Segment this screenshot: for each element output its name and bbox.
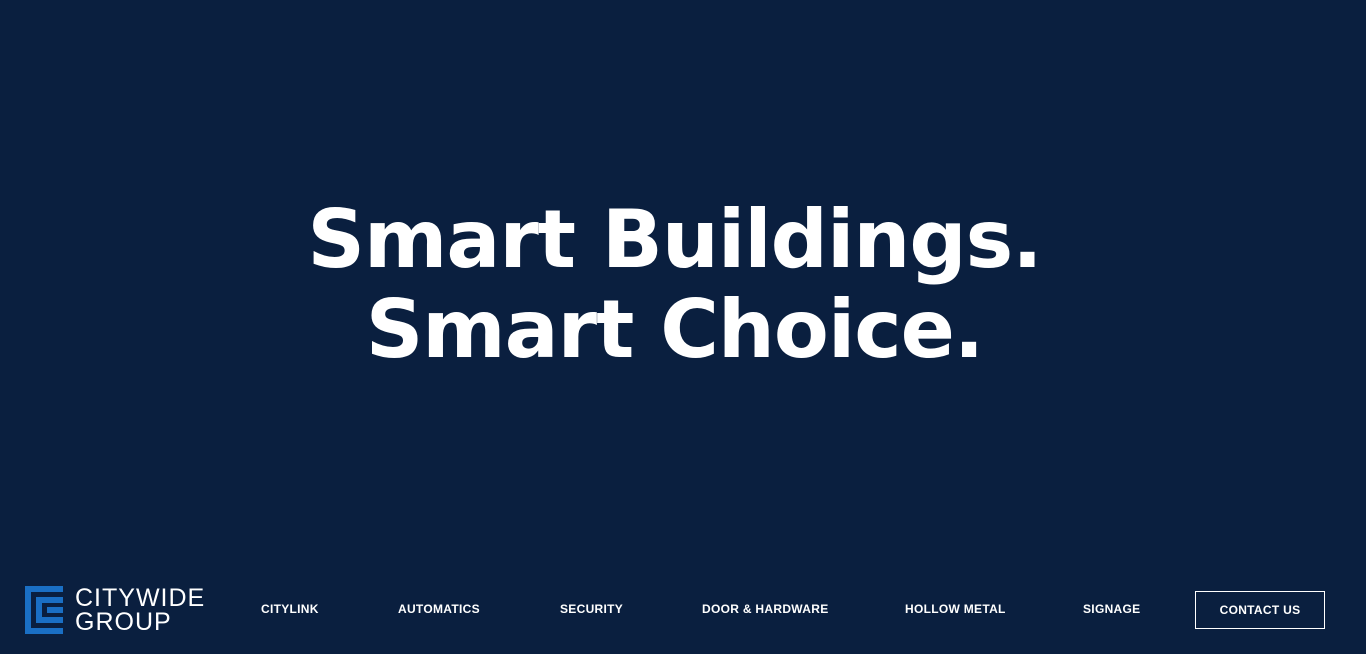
hero-headline-line-2: Smart Choice. xyxy=(365,283,985,376)
hero-section: Smart Buildings. Smart Choice. xyxy=(0,195,1349,375)
contact-us-button[interactable]: CONTACT US xyxy=(1195,591,1325,629)
nav-item-hollow-metal[interactable]: HOLLOW METAL xyxy=(905,600,1006,618)
nav-item-door-hardware[interactable]: DOOR & HARDWARE xyxy=(702,600,829,618)
citywide-c-mark-icon xyxy=(25,586,63,634)
logo-wordmark: CITYWIDE GROUP xyxy=(75,584,206,636)
nav-item-automatics[interactable]: AUTOMATICS xyxy=(398,600,480,618)
citywide-group-logo[interactable]: CITYWIDE GROUP xyxy=(25,584,206,636)
logo-word-citywide: CITYWIDE xyxy=(75,584,206,612)
main-navigation: CITYWIDE GROUP CITYLINK AUTOMATICS SECUR… xyxy=(0,570,1366,654)
page-scrollbar[interactable] xyxy=(1349,0,1366,654)
nav-item-signage[interactable]: SIGNAGE xyxy=(1083,600,1140,618)
nav-item-citylink[interactable]: CITYLINK xyxy=(261,600,319,618)
nav-item-security[interactable]: SECURITY xyxy=(560,600,623,618)
logo-word-group: GROUP xyxy=(75,608,172,636)
hero-headline-line-1: Smart Buildings. xyxy=(307,193,1042,286)
